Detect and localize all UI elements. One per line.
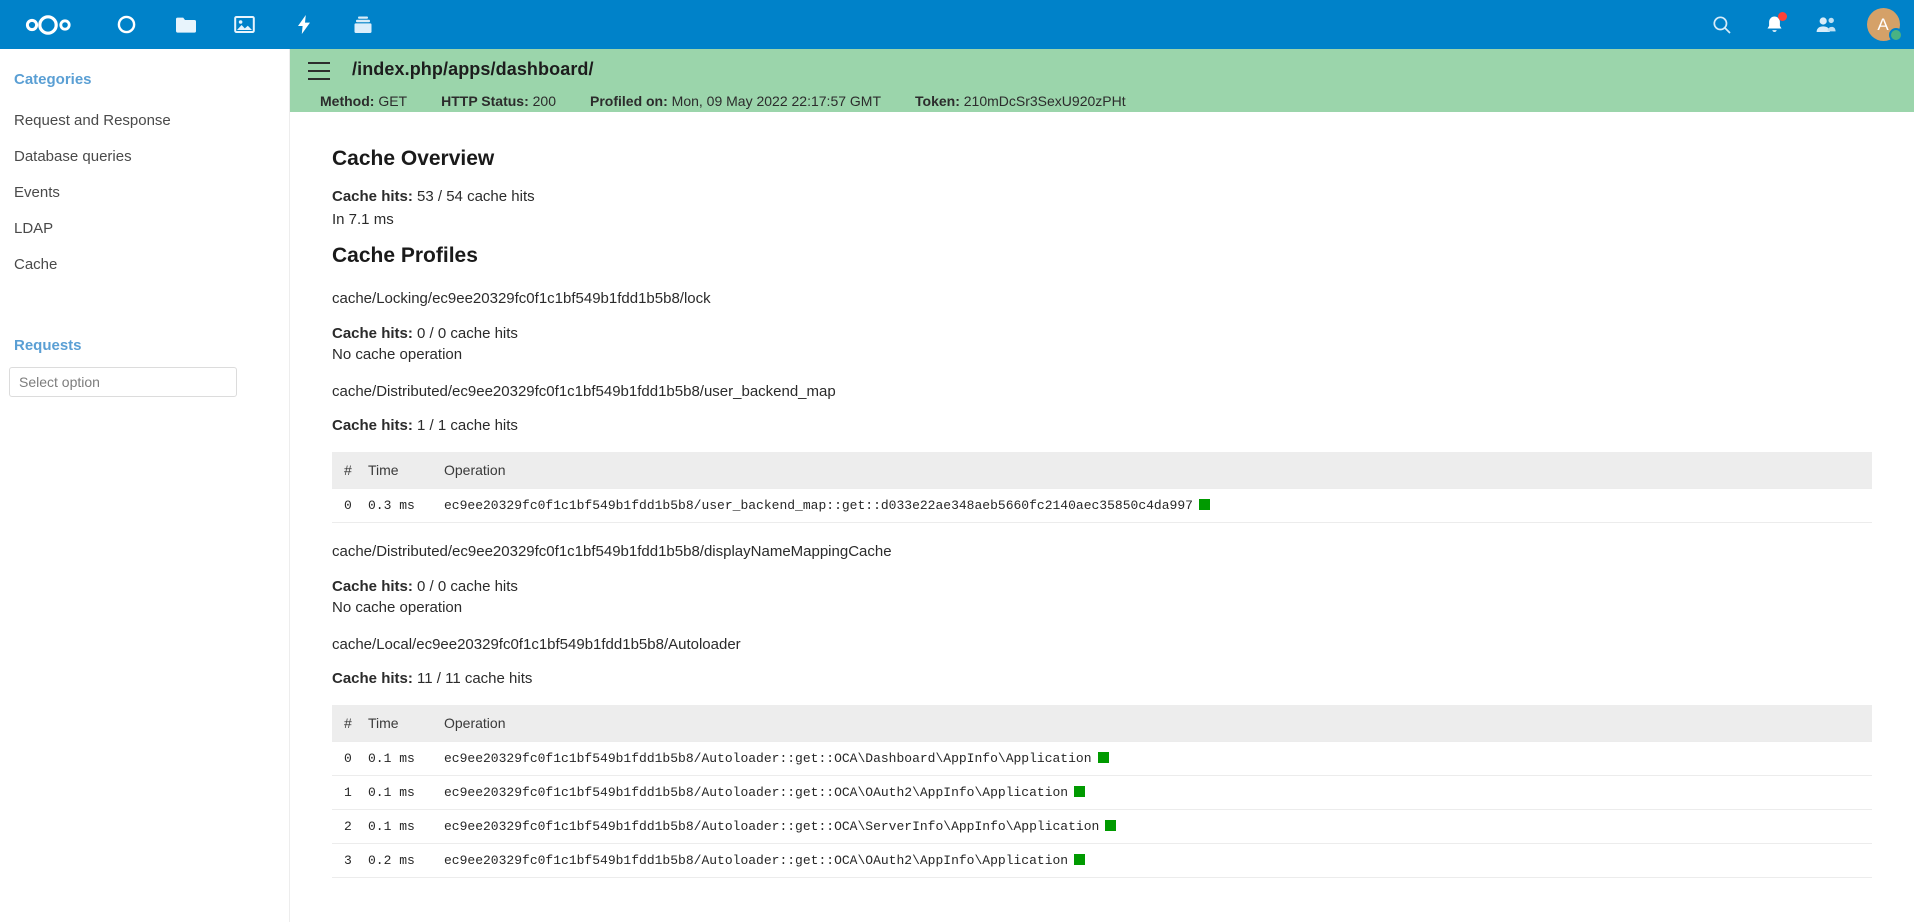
contacts-icon[interactable] [1800, 0, 1852, 49]
cell-operation: ec9ee20329fc0f1c1bf549b1fdd1b5b8/Autoloa… [428, 844, 1872, 878]
sidebar-item-cache[interactable]: Cache [0, 247, 289, 283]
cell-index: 2 [332, 810, 368, 844]
status-online-indicator [1889, 28, 1903, 42]
column-header-index: # [332, 705, 368, 742]
meta-profiled-on: Profiled on: Mon, 09 May 2022 22:17:57 G… [590, 93, 881, 109]
cache-profile-no-operation: No cache operation [332, 346, 1882, 363]
deck-icon[interactable] [333, 0, 392, 49]
operation-text: ec9ee20329fc0f1c1bf549b1fdd1b5b8/Autoloa… [444, 785, 1068, 800]
operation-text: ec9ee20329fc0f1c1bf549b1fdd1b5b8/Autoloa… [444, 819, 1099, 834]
table-row: 1 0.1 ms ec9ee20329fc0f1c1bf549b1fdd1b5b… [332, 776, 1872, 810]
files-icon[interactable] [156, 0, 215, 49]
sidebar-item-database-queries[interactable]: Database queries [0, 139, 289, 175]
column-header-index: # [332, 452, 368, 489]
activity-icon[interactable] [274, 0, 333, 49]
cache-profile-hits: Cache hits: 0 / 0 cache hits [332, 577, 1882, 597]
cell-index: 0 [332, 489, 368, 523]
cell-time: 0.2 ms [368, 844, 428, 878]
cell-index: 3 [332, 844, 368, 878]
table-head: # Time Operation [332, 705, 1872, 742]
profiler-meta-row: Method: GET HTTP Status: 200 Profiled on… [290, 89, 1914, 112]
cache-hit-indicator-icon [1098, 752, 1109, 763]
notifications-icon[interactable] [1748, 0, 1800, 49]
cell-index: 1 [332, 776, 368, 810]
profiler-header: /index.php/apps/dashboard/ Method: GET H… [290, 49, 1914, 112]
notification-badge [1778, 12, 1787, 21]
main-content: Cache Overview Cache hits: 53 / 54 cache… [290, 112, 1914, 922]
meta-method: Method: GET [320, 93, 407, 109]
photos-icon[interactable] [215, 0, 274, 49]
sidebar-category-list: Request and Response Database queries Ev… [0, 103, 289, 283]
request-select-input[interactable]: Select option [9, 367, 237, 397]
cache-overview-time: In 7.1 ms [332, 210, 1882, 230]
sidebar-item-request-and-response[interactable]: Request and Response [0, 103, 289, 139]
page-title: /index.php/apps/dashboard/ [352, 59, 594, 80]
sidebar-requests-header: Requests [0, 283, 289, 355]
cell-time: 0.3 ms [368, 489, 428, 523]
table-header-row: # Time Operation [332, 452, 1872, 489]
request-select-placeholder: Select option [19, 374, 100, 390]
cache-overview-hits: Cache hits: 53 / 54 cache hits [332, 187, 1882, 207]
cache-profile-hits: Cache hits: 11 / 11 cache hits [332, 669, 1882, 689]
column-header-time: Time [368, 452, 428, 489]
cache-operations-table: # Time Operation 0 0.3 ms ec9ee20329fc0f… [332, 452, 1872, 523]
table-row: 0 0.1 ms ec9ee20329fc0f1c1bf549b1fdd1b5b… [332, 742, 1872, 776]
column-header-time: Time [368, 705, 428, 742]
cell-time: 0.1 ms [368, 776, 428, 810]
cache-hit-indicator-icon [1074, 786, 1085, 797]
cache-profile-path: cache/Distributed/ec9ee20329fc0f1c1bf549… [332, 542, 1882, 562]
cell-operation: ec9ee20329fc0f1c1bf549b1fdd1b5b8/user_ba… [428, 489, 1872, 523]
table-head: # Time Operation [332, 452, 1872, 489]
table-row: 0 0.3 ms ec9ee20329fc0f1c1bf549b1fdd1b5b… [332, 489, 1872, 523]
cell-operation: ec9ee20329fc0f1c1bf549b1fdd1b5b8/Autoloa… [428, 776, 1872, 810]
table-row: 3 0.2 ms ec9ee20329fc0f1c1bf549b1fdd1b5b… [332, 844, 1872, 878]
cell-index: 0 [332, 742, 368, 776]
hamburger-menu-icon[interactable] [308, 62, 330, 80]
operation-text: ec9ee20329fc0f1c1bf549b1fdd1b5b8/user_ba… [444, 498, 1193, 513]
meta-http-status: HTTP Status: 200 [441, 93, 556, 109]
cache-hit-indicator-icon [1105, 820, 1116, 831]
profiler-header-title-row: /index.php/apps/dashboard/ [290, 49, 1914, 89]
sidebar: Categories Request and Response Database… [0, 49, 290, 922]
operation-text: ec9ee20329fc0f1c1bf549b1fdd1b5b8/Autoloa… [444, 853, 1068, 868]
table-header-row: # Time Operation [332, 705, 1872, 742]
nextcloud-logo[interactable] [0, 0, 97, 49]
operation-text: ec9ee20329fc0f1c1bf549b1fdd1b5b8/Autoloa… [444, 751, 1092, 766]
cache-profile-hits: Cache hits: 1 / 1 cache hits [332, 416, 1882, 436]
avatar[interactable]: A [1852, 0, 1914, 49]
cache-profiles-title: Cache Profiles [332, 241, 1882, 270]
cache-hit-indicator-icon [1074, 854, 1085, 865]
table-body: 0 0.3 ms ec9ee20329fc0f1c1bf549b1fdd1b5b… [332, 489, 1872, 523]
dashboard-icon[interactable] [97, 0, 156, 49]
sidebar-item-ldap[interactable]: LDAP [0, 211, 289, 247]
cell-time: 0.1 ms [368, 810, 428, 844]
cache-profile-hits: Cache hits: 0 / 0 cache hits [332, 324, 1882, 344]
column-header-operation: Operation [428, 705, 1872, 742]
top-app-bar: A [0, 0, 1914, 49]
search-icon[interactable] [1696, 0, 1748, 49]
cache-profile-path: cache/Local/ec9ee20329fc0f1c1bf549b1fdd1… [332, 635, 1882, 655]
cache-hit-indicator-icon [1199, 499, 1210, 510]
cache-operations-table: # Time Operation 0 0.1 ms ec9ee20329fc0f… [332, 705, 1872, 878]
table-body: 0 0.1 ms ec9ee20329fc0f1c1bf549b1fdd1b5b… [332, 742, 1872, 878]
sidebar-item-events[interactable]: Events [0, 175, 289, 211]
cell-operation: ec9ee20329fc0f1c1bf549b1fdd1b5b8/Autoloa… [428, 810, 1872, 844]
sidebar-categories-header: Categories [0, 49, 289, 89]
cell-operation: ec9ee20329fc0f1c1bf549b1fdd1b5b8/Autoloa… [428, 742, 1872, 776]
meta-token: Token: 210mDcSr3SexU920zPHt [915, 93, 1126, 109]
column-header-operation: Operation [428, 452, 1872, 489]
cache-profile-path: cache/Locking/ec9ee20329fc0f1c1bf549b1fd… [332, 289, 1882, 309]
cache-profile-path: cache/Distributed/ec9ee20329fc0f1c1bf549… [332, 382, 1882, 402]
cell-time: 0.1 ms [368, 742, 428, 776]
cache-overview-title: Cache Overview [332, 144, 1882, 173]
cache-profile-no-operation: No cache operation [332, 599, 1882, 616]
table-row: 2 0.1 ms ec9ee20329fc0f1c1bf549b1fdd1b5b… [332, 810, 1872, 844]
